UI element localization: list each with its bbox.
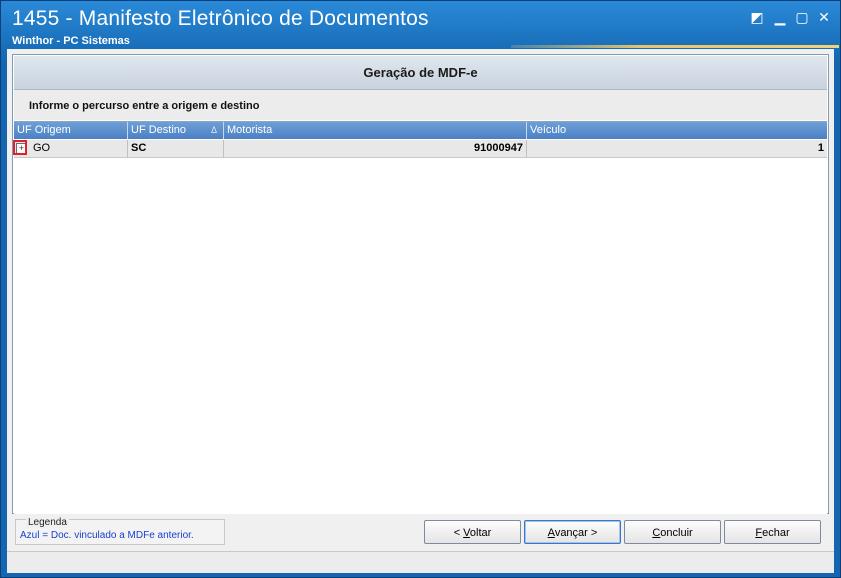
uf-origem-value: GO <box>33 142 51 154</box>
column-header-motorista[interactable]: Motorista <box>224 122 527 139</box>
status-bar <box>7 551 834 573</box>
finish-button-rest: oncluir <box>660 527 693 539</box>
close-button[interactable]: Fechar <box>724 520 821 544</box>
finish-button[interactable]: Concluir <box>624 520 721 544</box>
legend-text: Azul = Doc. vinculado a MDFe anterior. <box>20 530 194 541</box>
maximize-icon[interactable]: ▢ <box>794 9 810 25</box>
panel-title: Geração de MDF-e <box>363 65 478 80</box>
back-button-accel: V <box>463 527 470 539</box>
next-button[interactable]: Avançar > <box>524 520 621 544</box>
column-header-uf-origem[interactable]: UF Origem <box>14 122 128 139</box>
instruction-text: Informe o percurso entre a origem e dest… <box>29 100 260 112</box>
minimize-icon[interactable]: ▁ <box>772 9 788 25</box>
cell-uf-destino: SC <box>128 140 224 157</box>
back-button-prefix: < <box>453 527 464 539</box>
cell-veiculo: 1 <box>817 142 824 154</box>
app-window: 1455 - Manifesto Eletrônico de Documento… <box>0 0 841 578</box>
close-icon[interactable]: ✕ <box>816 9 832 25</box>
sort-ascending-icon: Δ <box>210 125 217 135</box>
title-decoration <box>511 45 839 48</box>
next-button-rest: vançar > <box>554 527 598 539</box>
window-title: 1455 - Manifesto Eletrônico de Documento… <box>12 7 429 30</box>
window-subtitle: Winthor - PC Sistemas <box>12 35 130 47</box>
highlight-marker <box>13 140 27 155</box>
column-header-veiculo[interactable]: Veículo <box>527 122 827 139</box>
cell-motorista: 91000947 <box>224 140 527 157</box>
column-header-uf-destino[interactable]: UF Destino Δ <box>128 122 224 139</box>
table-row[interactable]: + GO SC 91000947 1 <box>13 140 827 158</box>
legend-title: Legenda <box>26 517 69 528</box>
main-content: Geração de MDF-e Informe o percurso entr… <box>7 49 834 573</box>
cell-uf-origem: + GO <box>13 140 128 157</box>
panel-header: Geração de MDF-e <box>14 56 827 90</box>
close-button-rest: echar <box>762 527 790 539</box>
route-grid: UF Origem UF Destino Δ Motorista Veículo… <box>13 121 827 514</box>
next-button-accel: A <box>547 527 555 539</box>
grid-header: UF Origem UF Destino Δ Motorista Veículo <box>14 122 827 139</box>
back-button-rest: oltar <box>469 527 492 539</box>
restore-icon[interactable]: ◩ <box>749 9 765 25</box>
back-button[interactable]: < Voltar <box>424 520 521 544</box>
wizard-panel: Geração de MDF-e Informe o percurso entr… <box>12 54 829 514</box>
title-bar[interactable]: 1455 - Manifesto Eletrônico de Documento… <box>1 1 840 49</box>
instruction-band: Informe o percurso entre a origem e dest… <box>14 90 827 120</box>
column-header-uf-destino-label: UF Destino <box>131 124 187 136</box>
legend-group: Legenda Azul = Doc. vinculado a MDFe ant… <box>15 517 225 545</box>
